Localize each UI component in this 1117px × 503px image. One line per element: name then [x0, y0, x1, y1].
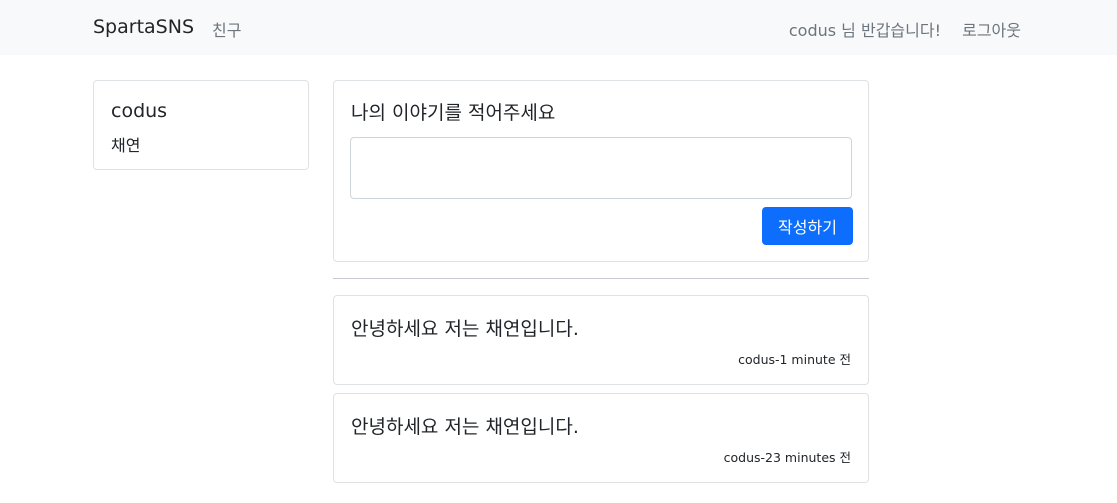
profile-card: codus 채연	[93, 80, 309, 170]
post-meta: codus-23 minutes 전	[723, 450, 851, 465]
top-navbar: SpartaSNS 친구 codus 님 반갑습니다! 로그아웃	[0, 0, 1117, 55]
post-text: 안녕하세요 저는 채연입니다.	[351, 416, 579, 438]
compose-card: 나의 이야기를 적어주세요 작성하기	[333, 80, 869, 262]
post-card: 안녕하세요 저는 채연입니다. codus-23 minutes 전	[333, 393, 869, 483]
profile-username: codus	[111, 100, 168, 122]
submit-post-button[interactable]: 작성하기	[762, 207, 853, 245]
profile-display-name: 채연	[111, 136, 141, 155]
compose-title: 나의 이야기를 적어주세요	[351, 102, 556, 124]
friends-link[interactable]: 친구	[212, 17, 241, 41]
post-meta: codus-1 minute 전	[738, 352, 851, 367]
post-text: 안녕하세요 저는 채연입니다.	[351, 318, 579, 340]
logout-link[interactable]: 로그아웃	[962, 17, 1021, 41]
post-card: 안녕하세요 저는 채연입니다. codus-1 minute 전	[333, 295, 869, 385]
brand-link[interactable]: SpartaSNS	[93, 16, 194, 38]
feed-divider	[333, 278, 869, 279]
user-greeting: codus 님 반갑습니다!	[788, 21, 941, 40]
post-content-input[interactable]	[350, 137, 852, 199]
